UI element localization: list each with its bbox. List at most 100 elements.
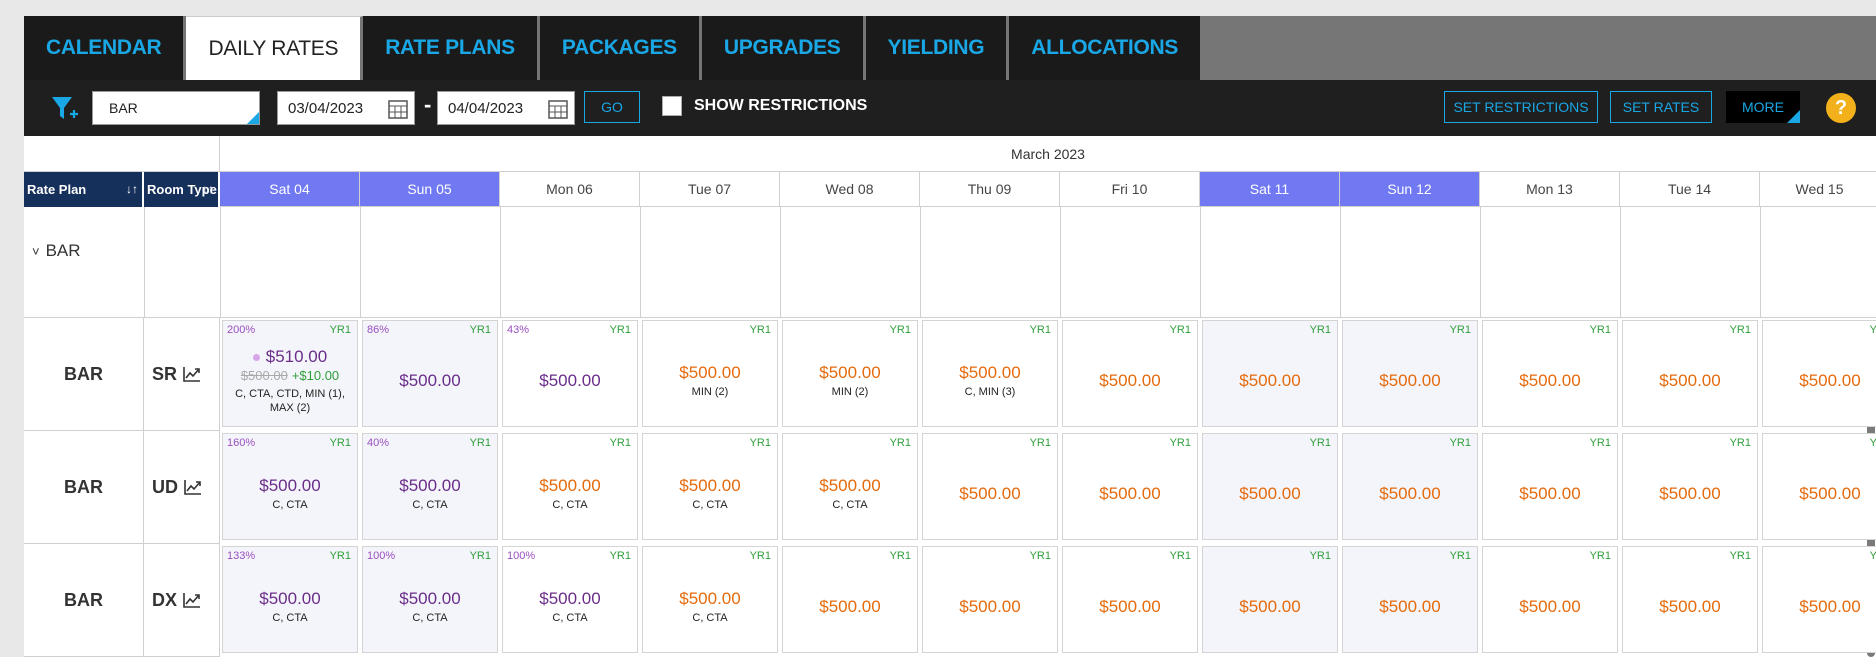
rate-cell-body: $500.00 C, CTA [503, 567, 637, 646]
occupancy-percent: 133% [227, 550, 256, 562]
tab-yielding[interactable]: YIELDING [865, 16, 1010, 80]
rate-cell[interactable]: 100% YR1 $500.00 C, CTA [502, 546, 638, 653]
rate-cell[interactable]: YR1 $500.00 [1342, 546, 1478, 653]
rate-cell[interactable]: YR1 $500.00 [1062, 320, 1198, 427]
rate-cell[interactable]: YR1 $500.00 [1762, 433, 1876, 540]
rate-cell[interactable]: 86% YR1 $500.00 [362, 320, 498, 427]
rate-cell[interactable]: YR1 $500.00 [782, 546, 918, 653]
yield-rule-badge: YR1 [329, 437, 351, 449]
rate-cell-body: $500.00 [1623, 454, 1757, 533]
yield-rule-badge: YR1 [1029, 437, 1051, 449]
rate-cell[interactable]: 200% YR1 $510.00 $500.00 +$10.00 C, CTA, CTD,… [222, 320, 358, 427]
row-rate-plan: BAR [24, 544, 144, 657]
rate-cell[interactable]: YR1 $500.00 [1342, 320, 1478, 427]
line-chart-icon[interactable] [183, 592, 201, 608]
rate-cell[interactable]: YR1 $500.00 [1202, 433, 1338, 540]
grid-divider [640, 207, 641, 318]
filter-plus-icon[interactable] [50, 94, 78, 124]
rate-cell[interactable]: 43% YR1 $500.00 [502, 320, 638, 427]
rate-cell[interactable]: YR1 $500.00 [1062, 546, 1198, 653]
rate-cell[interactable]: YR1 $500.00 [1762, 546, 1876, 653]
rate-cell[interactable]: YR1 $500.00 C, MIN (3) [922, 320, 1058, 427]
calendar-icon[interactable] [548, 99, 568, 119]
rate-cell[interactable]: YR1 $500.00 C, CTA [642, 546, 778, 653]
rate-cell[interactable]: 160% YR1 $500.00 C, CTA [222, 433, 358, 540]
rate-cell[interactable]: 133% YR1 $500.00 C, CTA [222, 546, 358, 653]
yield-rule-badge: YR1 [749, 437, 771, 449]
rate-cell[interactable]: YR1 $500.00 [1482, 320, 1618, 427]
rate-price: $500.00 [1799, 370, 1861, 390]
rate-cell[interactable]: 100% YR1 $500.00 C, CTA [362, 546, 498, 653]
rate-cell[interactable]: YR1 $500.00 [1342, 433, 1478, 540]
rate-cell[interactable]: YR1 $500.00 MIN (2) [642, 320, 778, 427]
occupancy-percent: 40% [367, 437, 390, 449]
rate-cell[interactable]: YR1 $500.00 MIN (2) [782, 320, 918, 427]
group-toggle[interactable]: ˅ BAR [32, 241, 81, 261]
sort-icon[interactable]: ↓↑ [126, 182, 138, 196]
rate-cell-body: $500.00 [1063, 341, 1197, 420]
rate-cell-body: $500.00 [1343, 567, 1477, 646]
rate-price: $500.00 [259, 475, 321, 495]
rate-cell[interactable]: YR1 $500.00 [1202, 546, 1338, 653]
rate-cell[interactable]: YR1 $500.00 [1762, 320, 1876, 427]
date-to-input[interactable]: 04/04/2023 [437, 91, 575, 125]
rate-cell[interactable]: YR1 $500.00 [1482, 546, 1618, 653]
column-header-rate-plan[interactable]: Rate Plan ↓↑ [24, 172, 144, 207]
rate-cell-body: $500.00 [1623, 341, 1757, 420]
rate-plan-select[interactable]: BAR [92, 91, 260, 125]
rate-cell[interactable]: YR1 $500.00 [922, 546, 1058, 653]
rate-cell[interactable]: YR1 $500.00 [1202, 320, 1338, 427]
rate-cell[interactable]: 40% YR1 $500.00 C, CTA [362, 433, 498, 540]
rate-cell[interactable]: YR1 $500.00 [922, 433, 1058, 540]
yield-rule-badge: YR1 [469, 437, 491, 449]
tab-rate-plans[interactable]: RATE PLANS [363, 16, 540, 80]
tab-upgrades[interactable]: UPGRADES [701, 16, 866, 80]
set-rates-button[interactable]: SET RATES [1610, 91, 1712, 123]
rate-cell-body: $510.00 $500.00 +$10.00 C, CTA, CTD, MIN (1… [223, 341, 357, 420]
day-header: Sun 12 [1340, 172, 1480, 207]
go-button[interactable]: GO [584, 91, 640, 123]
rate-cell[interactable]: YR1 $500.00 C, CTA [642, 433, 778, 540]
rate-cell-body: $500.00 [1763, 454, 1876, 533]
tab-daily-rates[interactable]: DAILY RATES [186, 16, 364, 80]
rate-price: $500.00 [259, 588, 321, 608]
rate-cell[interactable]: YR1 $500.00 [1622, 433, 1758, 540]
grid-divider [1060, 207, 1061, 318]
yield-rule-badge: YR1 [609, 437, 631, 449]
restriction-text: C, CTA [552, 611, 588, 624]
sort-icon[interactable]: ↓↑ [202, 182, 214, 196]
rate-cell[interactable]: YR1 $500.00 C, CTA [782, 433, 918, 540]
rate-cell[interactable]: YR1 $500.00 [1062, 433, 1198, 540]
line-chart-icon[interactable] [184, 479, 202, 495]
rate-price-line: $500.00 [1519, 484, 1580, 504]
tab-allocations[interactable]: ALLOCATIONS [1009, 16, 1204, 80]
more-button[interactable]: MORE [1726, 91, 1800, 123]
rate-price-line: $500.00 [399, 476, 460, 496]
day-header: Thu 09 [920, 172, 1060, 207]
restriction-text: MIN (2) [831, 385, 869, 398]
rate-cell-body: $500.00 [1763, 567, 1876, 646]
rate-price: $500.00 [819, 362, 881, 382]
tab-packages[interactable]: PACKAGES [539, 16, 702, 80]
calendar-icon[interactable] [388, 99, 408, 119]
rate-cell[interactable]: YR1 $500.00 [1622, 546, 1758, 653]
column-header-room-type[interactable]: Room Type ↓↑ [144, 172, 220, 207]
rate-cell[interactable]: YR1 $500.00 [1622, 320, 1758, 427]
restriction-text: C, CTA [832, 498, 868, 511]
question-icon[interactable]: ? [1826, 93, 1856, 123]
set-restrictions-button[interactable]: SET RESTRICTIONS [1444, 91, 1598, 123]
rate-cell-body: $500.00 [1063, 454, 1197, 533]
more-button-label: MORE [1742, 99, 1784, 115]
restriction-text: C, CTA [272, 611, 308, 624]
show-restrictions-checkbox[interactable] [662, 96, 682, 116]
date-from-input[interactable]: 03/04/2023 [277, 91, 415, 125]
tab-calendar[interactable]: CALENDAR [24, 16, 187, 80]
rate-cell-body: $500.00 [1483, 341, 1617, 420]
rate-cell[interactable]: YR1 $500.00 [1482, 433, 1618, 540]
rate-price-line: $500.00 [1379, 597, 1440, 617]
grid-divider [1200, 207, 1201, 318]
line-chart-icon[interactable] [183, 366, 201, 382]
rate-cell[interactable]: YR1 $500.00 C, CTA [502, 433, 638, 540]
rate-cell-body: $500.00 C, CTA [503, 454, 637, 533]
chevron-down-icon[interactable]: ˅ [32, 244, 40, 259]
